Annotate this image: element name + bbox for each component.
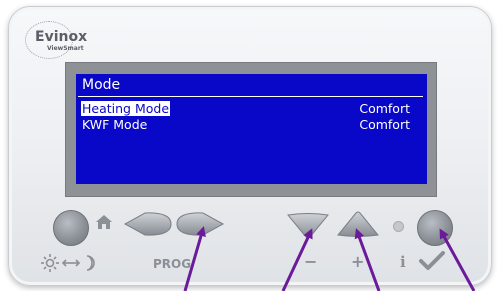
arrow-to-ok-button xyxy=(439,228,476,291)
annotation-arrows xyxy=(183,226,476,291)
arrow-to-down-button xyxy=(281,228,313,291)
arrow-to-up-button xyxy=(354,228,381,291)
arrow-to-right-button xyxy=(183,226,206,291)
